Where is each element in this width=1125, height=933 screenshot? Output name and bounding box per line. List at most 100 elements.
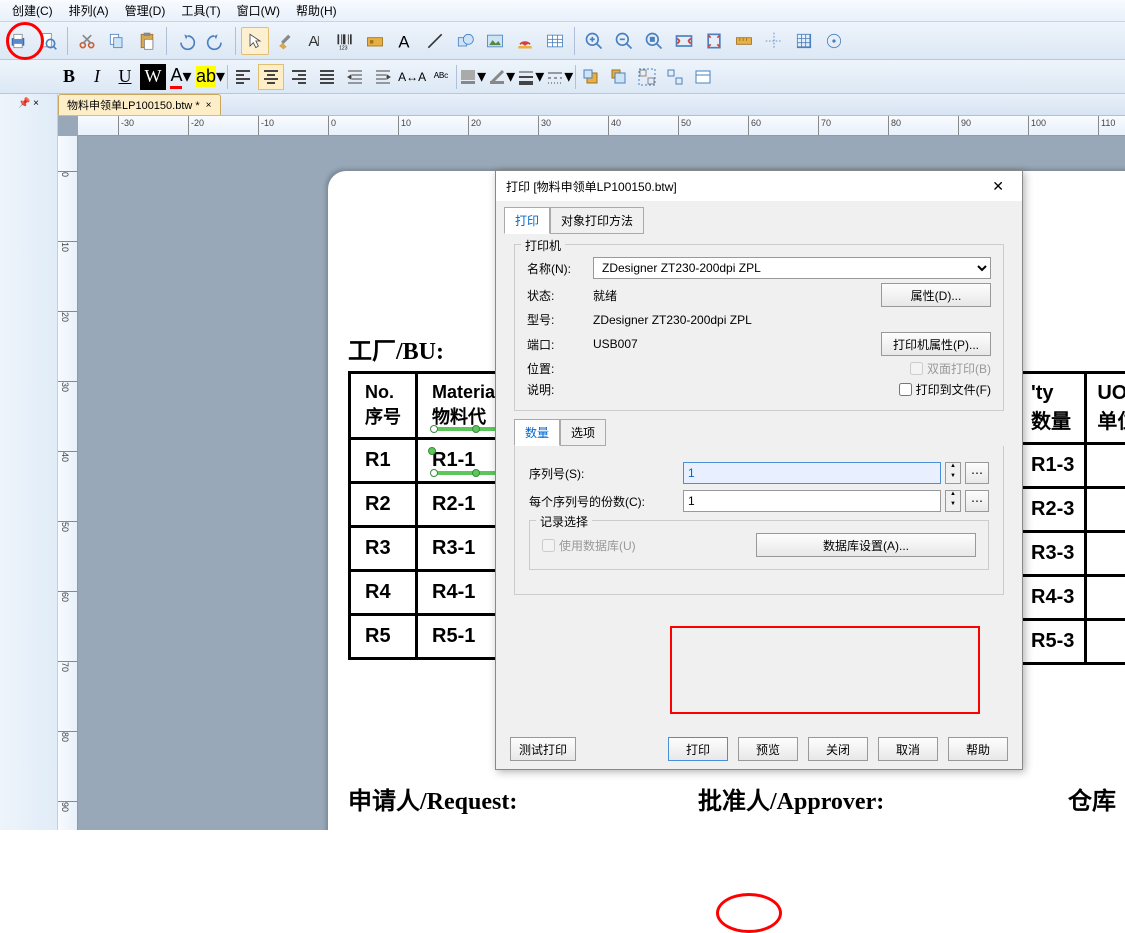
brush-icon[interactable] bbox=[271, 27, 299, 55]
fill-color-icon[interactable]: ▾ bbox=[459, 64, 486, 90]
printer-select[interactable]: ZDesigner ZT230-200dpi ZPL bbox=[593, 257, 991, 279]
print-dialog: 打印 [物料申领单LP100150.btw] ✕ 打印 对象打印方法 打印机 名… bbox=[495, 170, 1023, 770]
menu-manage[interactable]: 管理(D) bbox=[117, 0, 174, 21]
location-label: 位置: bbox=[527, 360, 587, 377]
italic-button[interactable]: I bbox=[84, 64, 110, 90]
table-icon[interactable] bbox=[541, 27, 569, 55]
tab-quantity[interactable]: 数量 bbox=[514, 419, 560, 446]
database-settings-button[interactable]: 数据库设置(A)... bbox=[756, 533, 976, 557]
dialog-title: 打印 [物料申领单LP100150.btw] bbox=[506, 178, 677, 195]
line-color-icon[interactable]: ▾ bbox=[488, 64, 515, 90]
print-icon[interactable] bbox=[4, 27, 32, 55]
tab-options[interactable]: 选项 bbox=[560, 419, 606, 446]
font-a-icon[interactable]: A bbox=[391, 27, 419, 55]
encoder-icon[interactable] bbox=[361, 27, 389, 55]
zoom-out-icon[interactable] bbox=[610, 27, 638, 55]
align-justify-icon[interactable] bbox=[314, 64, 340, 90]
copies-spinner[interactable]: ▲▼ bbox=[945, 490, 961, 512]
zoom-in-icon[interactable] bbox=[580, 27, 608, 55]
preview-icon[interactable] bbox=[34, 27, 62, 55]
help-button[interactable]: 帮助 bbox=[948, 737, 1008, 761]
printer-properties-button[interactable]: 打印机属性(P)... bbox=[881, 332, 991, 356]
indent-right-icon[interactable] bbox=[370, 64, 396, 90]
dialog-titlebar[interactable]: 打印 [物料申领单LP100150.btw] ✕ bbox=[496, 171, 1022, 201]
serial-options-icon[interactable]: ⋯ bbox=[965, 462, 989, 484]
align-center-icon[interactable] bbox=[258, 64, 284, 90]
use-database-checkbox: 使用数据库(U) bbox=[542, 537, 636, 554]
status-label: 状态: bbox=[527, 287, 587, 304]
line-style-icon[interactable]: ▾ bbox=[546, 64, 573, 90]
svg-text:A: A bbox=[398, 32, 410, 50]
preview-button[interactable]: 预览 bbox=[738, 737, 798, 761]
underline-button[interactable]: U bbox=[112, 64, 138, 90]
ruler-horizontal: -30 -20 -10 0 10 20 30 40 50 60 70 80 90… bbox=[78, 116, 1125, 136]
document-tab[interactable]: 物料申领单LP100150.btw * × bbox=[58, 94, 221, 115]
model-value: ZDesigner ZT230-200dpi ZPL bbox=[593, 313, 991, 327]
paste-icon[interactable] bbox=[133, 27, 161, 55]
ungroup-icon[interactable] bbox=[662, 64, 688, 90]
copy-icon[interactable] bbox=[103, 27, 131, 55]
toolbar-main: A 123 A bbox=[0, 22, 1125, 60]
send-back-icon[interactable] bbox=[606, 64, 632, 90]
zoom-fit-icon[interactable] bbox=[640, 27, 668, 55]
menu-tools[interactable]: 工具(T) bbox=[173, 0, 228, 21]
small-caps-icon[interactable]: ᴬᴮᶜ bbox=[428, 64, 454, 90]
highlight-button[interactable]: ab▾ bbox=[196, 64, 225, 90]
shape-icon[interactable] bbox=[451, 27, 479, 55]
barcode-icon[interactable]: 123 bbox=[331, 27, 359, 55]
bring-front-icon[interactable] bbox=[578, 64, 604, 90]
fit-page-icon[interactable] bbox=[700, 27, 728, 55]
indent-left-icon[interactable] bbox=[342, 64, 368, 90]
text-icon[interactable]: A bbox=[301, 27, 329, 55]
print-to-file-checkbox[interactable]: 打印到文件(F) bbox=[899, 381, 991, 398]
tab-close-icon[interactable]: × bbox=[206, 100, 212, 111]
serial-spinner[interactable]: ▲▼ bbox=[945, 462, 961, 484]
line-icon[interactable] bbox=[421, 27, 449, 55]
serial-label: 序列号(S): bbox=[529, 465, 679, 482]
inverse-button[interactable]: W bbox=[140, 64, 166, 90]
close-button[interactable]: 关闭 bbox=[808, 737, 868, 761]
copies-options-icon[interactable]: ⋯ bbox=[965, 490, 989, 512]
guides-icon[interactable] bbox=[760, 27, 788, 55]
menu-help[interactable]: 帮助(H) bbox=[288, 0, 345, 21]
serial-input[interactable] bbox=[683, 462, 941, 484]
template-icon[interactable] bbox=[690, 64, 716, 90]
dialog-close-icon[interactable]: ✕ bbox=[984, 176, 1012, 197]
duplex-checkbox: 双面打印(B) bbox=[910, 360, 991, 377]
menu-window[interactable]: 窗口(W) bbox=[229, 0, 288, 21]
document-tab-bar: 物料申领单LP100150.btw * × bbox=[0, 94, 1125, 116]
picture-icon[interactable] bbox=[481, 27, 509, 55]
redo-icon[interactable] bbox=[202, 27, 230, 55]
fit-width-icon[interactable] bbox=[670, 27, 698, 55]
test-print-button[interactable]: 测试打印 bbox=[510, 737, 576, 761]
bold-button[interactable]: B bbox=[56, 64, 82, 90]
port-value: USB007 bbox=[593, 337, 875, 351]
properties-button[interactable]: 属性(D)... bbox=[881, 283, 991, 307]
grid-icon[interactable] bbox=[790, 27, 818, 55]
cancel-button[interactable]: 取消 bbox=[878, 737, 938, 761]
align-right-icon[interactable] bbox=[286, 64, 312, 90]
tab-method[interactable]: 对象打印方法 bbox=[550, 207, 644, 234]
cut-icon[interactable] bbox=[73, 27, 101, 55]
char-spacing-icon[interactable]: A↔A bbox=[398, 64, 426, 90]
menu-create[interactable]: 创建(C) bbox=[4, 0, 61, 21]
group-icon[interactable] bbox=[634, 64, 660, 90]
stock-label: 仓库 bbox=[1068, 781, 1116, 816]
pin-icon[interactable]: 📌 × bbox=[18, 98, 39, 109]
copies-input[interactable] bbox=[683, 490, 941, 512]
line-weight-icon[interactable]: ▾ bbox=[517, 64, 544, 90]
center-icon[interactable] bbox=[820, 27, 848, 55]
toolbar-format: B I U W A▾ ab▾ A↔A ᴬᴮᶜ ▾ ▾ ▾ ▾ bbox=[0, 60, 1125, 94]
font-color-button[interactable]: A▾ bbox=[168, 64, 194, 90]
model-label: 型号: bbox=[527, 311, 587, 328]
port-label: 端口: bbox=[527, 336, 587, 353]
print-button[interactable]: 打印 bbox=[668, 737, 728, 761]
status-value: 就绪 bbox=[593, 287, 875, 304]
tab-print[interactable]: 打印 bbox=[504, 207, 550, 234]
undo-icon[interactable] bbox=[172, 27, 200, 55]
ruler-icon[interactable] bbox=[730, 27, 758, 55]
align-left-icon[interactable] bbox=[230, 64, 256, 90]
menu-arrange[interactable]: 排列(A) bbox=[61, 0, 117, 21]
pointer-icon[interactable] bbox=[241, 27, 269, 55]
rfid-icon[interactable] bbox=[511, 27, 539, 55]
